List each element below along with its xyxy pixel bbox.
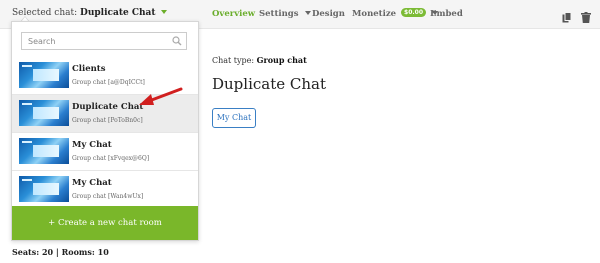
tab-settings-label: Settings bbox=[259, 9, 299, 19]
chat-name: Duplicate Chat bbox=[72, 102, 144, 112]
my-chat-button[interactable]: My Chat bbox=[212, 108, 256, 128]
chat-name: Clients bbox=[72, 64, 106, 74]
chat-thumbnail bbox=[19, 62, 69, 88]
tab-design[interactable]: Design bbox=[312, 9, 345, 19]
search-placeholder: Search bbox=[28, 37, 56, 46]
chat-type: Chat type: Group chat bbox=[212, 55, 307, 65]
trash-icon[interactable] bbox=[581, 8, 591, 23]
copy-icon[interactable] bbox=[562, 8, 572, 23]
tab-monetize-label: Monetize bbox=[352, 9, 397, 19]
seats-rooms-status: Seats: 20 | Rooms: 10 bbox=[12, 247, 109, 257]
chevron-down-icon bbox=[161, 9, 168, 14]
chat-subtitle: Group chat [xFvqex@6Q] bbox=[72, 155, 150, 162]
list-item[interactable]: My Chat Group chat [Wan4wUx] bbox=[12, 171, 198, 209]
chat-type-value: Group chat bbox=[256, 55, 307, 65]
chat-subtitle: Group chat [Wan4wUx] bbox=[72, 193, 144, 200]
chat-thumbnail bbox=[19, 100, 69, 126]
tab-settings[interactable]: Settings bbox=[259, 9, 311, 19]
chat-thumbnail bbox=[19, 176, 69, 202]
chevron-down-icon bbox=[304, 10, 311, 15]
chat-name: My Chat bbox=[72, 178, 112, 188]
chat-list: Clients Group chat [a@DqICCt] Duplicate … bbox=[12, 57, 198, 209]
selected-chat-switcher[interactable]: Selected chat: Duplicate Chat bbox=[12, 8, 168, 18]
page-title: Duplicate Chat bbox=[212, 75, 327, 93]
tab-monetize[interactable]: Monetize $0.00 bbox=[352, 8, 438, 19]
annotation-arrow-icon bbox=[139, 87, 183, 105]
chat-type-label: Chat type: bbox=[212, 56, 255, 65]
chat-thumbnail bbox=[19, 138, 69, 164]
search-input[interactable]: Search bbox=[21, 32, 187, 50]
create-chat-room-button[interactable]: + Create a new chat room bbox=[12, 206, 198, 240]
chat-subtitle: Group chat [a@DqICCt] bbox=[72, 79, 145, 86]
chat-name: My Chat bbox=[72, 140, 112, 150]
search-icon bbox=[172, 36, 182, 46]
selected-chat-value: Duplicate Chat bbox=[80, 8, 156, 18]
chat-dropdown: Search Clients Group chat [a@DqICCt] Dup… bbox=[11, 21, 199, 241]
list-item[interactable]: My Chat Group chat [xFvqex@6Q] bbox=[12, 133, 198, 171]
tab-embed[interactable]: Embed bbox=[430, 9, 463, 19]
monetize-badge: $0.00 bbox=[401, 8, 427, 17]
chat-subtitle: Group chat [PoToBn0c] bbox=[72, 117, 143, 124]
tab-overview[interactable]: Overview bbox=[212, 9, 255, 19]
